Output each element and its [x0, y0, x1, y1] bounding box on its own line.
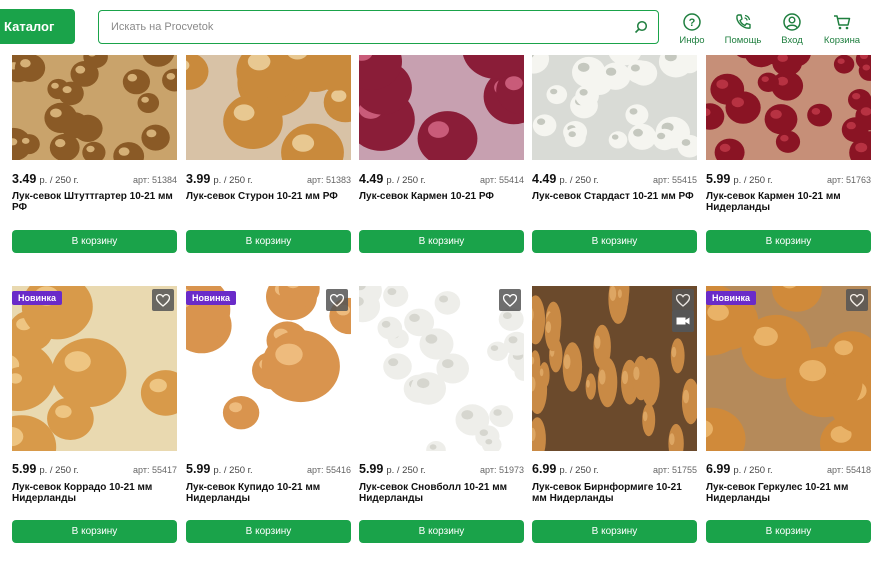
header-info-label: Инфо — [679, 35, 705, 46]
add-to-cart-button[interactable]: В корзину — [706, 230, 871, 253]
price-unit: р. / 250 г. — [559, 465, 599, 476]
add-to-cart-button[interactable]: В корзину — [532, 520, 697, 543]
video-camera-icon[interactable] — [672, 310, 694, 332]
cart-icon — [834, 15, 851, 30]
product-image[interactable] — [359, 45, 524, 160]
price-unit: р. / 250 г. — [559, 175, 599, 186]
info-icon: ? — [683, 13, 701, 31]
product-name[interactable]: Лук-севок Штуттгартер 10-21 мм РФ — [12, 191, 177, 213]
price-unit: р. / 250 г. — [733, 465, 773, 476]
product-name[interactable]: Лук-севок Стардаст 10-21 мм РФ — [532, 191, 697, 202]
product-name[interactable]: Лук-севок Геркулес 10-21 мм Нидерланды — [706, 482, 871, 504]
price-row: 4.49 р. / 250 г. арт: 55414 — [359, 172, 524, 186]
price-unit: р. / 250 г. — [213, 175, 253, 186]
article-number: арт: 51763 — [827, 175, 871, 185]
favorite-heart-icon[interactable] — [672, 289, 694, 311]
add-to-cart-button[interactable]: В корзину — [359, 520, 524, 543]
price-row: 5.99 р. / 250 г. арт: 51973 — [359, 462, 524, 476]
add-to-cart-button[interactable]: В корзину — [12, 230, 177, 253]
price-unit: р. / 250 г. — [386, 175, 426, 186]
product-price: 4.49 — [532, 172, 557, 186]
price-row: 5.99 р. / 250 г. арт: 55417 — [12, 462, 177, 476]
product-price: 3.49 — [12, 172, 37, 186]
add-to-cart-button[interactable]: В корзину — [186, 230, 351, 253]
product-name[interactable]: Лук-севок Стурон 10-21 мм РФ — [186, 191, 351, 202]
product-image[interactable] — [706, 45, 871, 160]
svg-text:?: ? — [689, 17, 696, 29]
product-image[interactable] — [12, 45, 177, 160]
article-number: арт: 51973 — [480, 465, 524, 475]
product-price: 5.99 — [12, 462, 37, 476]
product-image[interactable]: Новинка — [706, 286, 871, 451]
search-bar[interactable] — [98, 10, 659, 44]
favorite-heart-icon[interactable] — [326, 289, 348, 311]
article-number: арт: 55417 — [133, 465, 177, 475]
header-info[interactable]: ? Инфо — [667, 12, 717, 46]
new-badge: Новинка — [706, 291, 757, 305]
price-unit: р. / 250 г. — [39, 465, 79, 476]
price-unit: р. / 250 г. — [213, 465, 253, 476]
price-row: 6.99 р. / 250 г. арт: 51755 — [532, 462, 697, 476]
search-icon[interactable] — [624, 11, 658, 43]
product-image[interactable] — [532, 45, 697, 160]
header-login-label: Вход — [781, 35, 803, 46]
price-row: 3.49 р. / 250 г. арт: 51384 — [12, 172, 177, 186]
product-price: 6.99 — [532, 462, 557, 476]
product-name[interactable]: Лук-севок Сновболл 10-21 мм Нидерланды — [359, 482, 524, 504]
price-unit: р. / 250 г. — [733, 175, 773, 186]
phone-icon — [736, 14, 751, 29]
article-number: арт: 55415 — [653, 175, 697, 185]
header-cart[interactable]: Корзина — [817, 12, 867, 46]
price-row: 5.99 р. / 250 г. арт: 51763 — [706, 172, 871, 186]
favorite-heart-icon[interactable] — [499, 289, 521, 311]
catalog-button[interactable]: Каталог — [0, 9, 75, 44]
product-price: 4.49 — [359, 172, 384, 186]
product-image[interactable] — [532, 286, 697, 451]
article-number: арт: 55418 — [827, 465, 871, 475]
user-icon — [783, 13, 801, 31]
new-badge: Новинка — [186, 291, 237, 305]
product-name[interactable]: Лук-севок Купидо 10-21 мм Нидерланды — [186, 482, 351, 504]
product-image[interactable] — [186, 45, 351, 160]
product-image[interactable]: Новинка — [186, 286, 351, 451]
header-login[interactable]: Вход — [767, 12, 817, 46]
article-number: арт: 51384 — [133, 175, 177, 185]
header-help-label: Помощь — [724, 35, 762, 46]
product-price: 5.99 — [359, 462, 384, 476]
article-number: арт: 55416 — [307, 465, 351, 475]
product-name[interactable]: Лук-севок Кармен 10-21 мм Нидерланды — [706, 191, 871, 213]
favorite-heart-icon[interactable] — [846, 289, 868, 311]
add-to-cart-button[interactable]: В корзину — [12, 520, 177, 543]
add-to-cart-button[interactable]: В корзину — [359, 230, 524, 253]
product-name[interactable]: Лук-севок Бирнформиге 10-21 мм Нидерланд… — [532, 482, 697, 504]
price-row: 4.49 р. / 250 г. арт: 55415 — [532, 172, 697, 186]
add-to-cart-button[interactable]: В корзину — [186, 520, 351, 543]
product-price: 5.99 — [706, 172, 731, 186]
price-unit: р. / 250 г. — [39, 175, 79, 186]
product-image[interactable]: Новинка — [12, 286, 177, 451]
product-name[interactable]: Лук-севок Кармен 10-21 РФ — [359, 191, 524, 202]
add-to-cart-button[interactable]: В корзину — [706, 520, 871, 543]
site-header: Каталог ? Инфо Помощь Вход Корзина — [0, 0, 891, 55]
product-image[interactable] — [359, 286, 524, 451]
search-input[interactable] — [111, 21, 624, 33]
header-cart-label: Корзина — [823, 35, 861, 46]
price-unit: р. / 250 г. — [386, 465, 426, 476]
article-number: арт: 51755 — [653, 465, 697, 475]
add-to-cart-button[interactable]: В корзину — [532, 230, 697, 253]
header-help[interactable]: Помощь — [718, 12, 768, 46]
price-row: 3.99 р. / 250 г. арт: 51383 — [186, 172, 351, 186]
article-number: арт: 55414 — [480, 175, 524, 185]
price-row: 5.99 р. / 250 г. арт: 55416 — [186, 462, 351, 476]
price-row: 6.99 р. / 250 г. арт: 55418 — [706, 462, 871, 476]
product-name[interactable]: Лук-севок Коррадо 10-21 мм Нидерланды — [12, 482, 177, 504]
product-price: 5.99 — [186, 462, 211, 476]
product-price: 3.99 — [186, 172, 211, 186]
product-price: 6.99 — [706, 462, 731, 476]
favorite-heart-icon[interactable] — [152, 289, 174, 311]
article-number: арт: 51383 — [307, 175, 351, 185]
new-badge: Новинка — [12, 291, 63, 305]
